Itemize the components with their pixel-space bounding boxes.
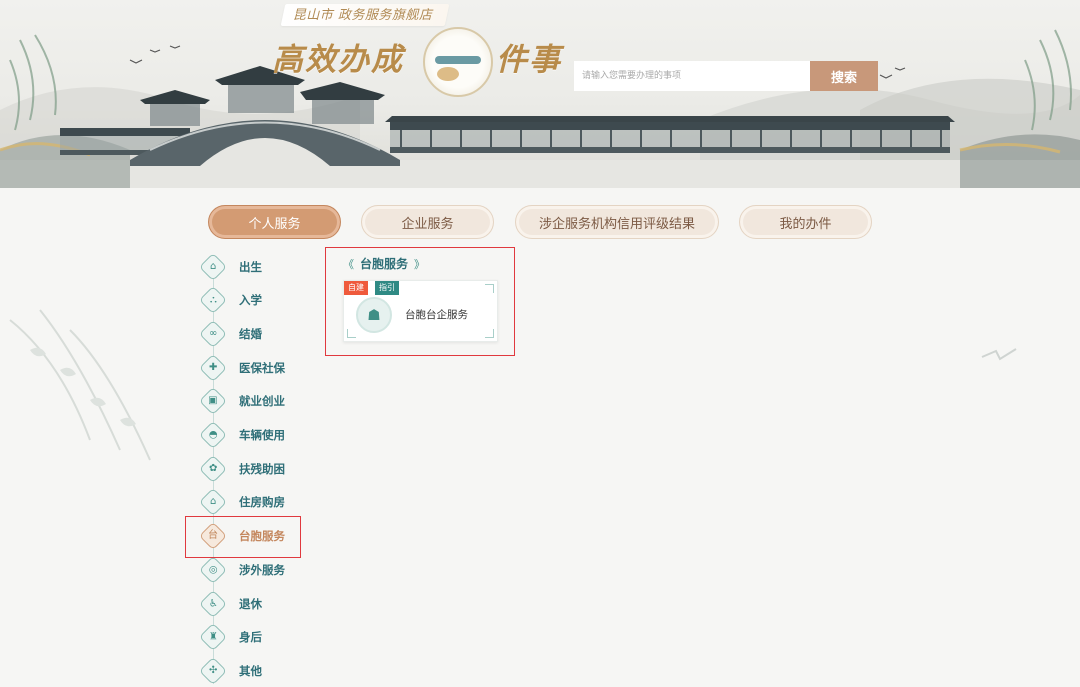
sidebar-item-label: 住房购房	[239, 495, 285, 509]
rings-icon: ∞	[198, 319, 228, 349]
yi-character-badge	[423, 27, 493, 97]
tab-personal-services[interactable]: 个人服务	[208, 205, 341, 239]
sidebar-item-employment[interactable]: ▣ 就业创业	[198, 386, 313, 416]
sidebar-item-marriage[interactable]: ∞ 结婚	[198, 319, 313, 349]
candle-icon: ♜	[198, 622, 228, 652]
sidebar-item-label: 退休	[239, 597, 262, 611]
school-icon: ⛬	[198, 285, 228, 315]
sidebar-item-retirement[interactable]: ♿ 退休	[198, 589, 313, 619]
sidebar-item-label: 扶残助困	[239, 462, 285, 476]
house-icon: ⌂	[198, 252, 228, 282]
willow-leaves-decoration	[9, 309, 151, 461]
wheelchair-icon: ♿	[198, 589, 228, 619]
sidebar-item-label: 医保社保	[239, 361, 285, 375]
globe-icon: ◎	[198, 555, 228, 585]
building-icon: ⌂	[198, 487, 228, 517]
shop-tag: 昆山市 政务服务旗舰店	[280, 4, 449, 26]
helping-hand-icon: ✿	[198, 454, 228, 484]
sidebar-item-posthumous[interactable]: ♜ 身后	[198, 622, 313, 652]
sidebar-item-vehicle[interactable]: ◓ 车辆使用	[198, 420, 313, 450]
bridge-landscape-illustration	[0, 29, 1080, 188]
category-sidebar: ⌂ 出生 ⛬ 入学 ∞ 结婚 ✚ 医保社保 ▣ 就业创业 ◓ 车辆使用 ✿ 扶残…	[195, 250, 315, 687]
search-button[interactable]: 搜索	[810, 61, 878, 91]
sidebar-item-label: 就业创业	[239, 394, 285, 408]
panel-highlight-box	[325, 247, 515, 356]
briefcase-icon: ▣	[198, 386, 228, 416]
tab-label: 个人服务	[248, 216, 301, 232]
car-icon: ◓	[198, 420, 228, 450]
sidebar-item-label: 身后	[239, 630, 262, 644]
sidebar-item-label: 其他	[239, 664, 262, 678]
tab-label: 企业服务	[401, 216, 454, 232]
sidebar-item-foreign-affairs[interactable]: ◎ 涉外服务	[198, 555, 313, 585]
search-bar: 搜索	[574, 61, 878, 91]
search-input[interactable]	[574, 61, 810, 91]
tab-label: 我的办件	[779, 216, 832, 232]
tab-my-applications[interactable]: 我的办件	[739, 205, 872, 239]
sidebar-item-other[interactable]: ✣ 其他	[198, 656, 313, 686]
sidebar-item-label: 入学	[239, 293, 262, 307]
shop-tag-text: 昆山市 政务服务旗舰店	[292, 8, 433, 23]
sidebar-item-medical-social-insurance[interactable]: ✚ 医保社保	[198, 353, 313, 383]
service-tabs: 个人服务 企业服务 涉企服务机构信用评级结果 我的办件	[0, 205, 1080, 239]
sidebar-item-school[interactable]: ⛬ 入学	[198, 285, 313, 315]
header-banner: 昆山市 政务服务旗舰店 高效办成 件事 搜索	[0, 0, 1080, 188]
sidebar-item-label: 结婚	[239, 327, 262, 341]
sidebar-highlight-box	[185, 516, 301, 558]
sidebar-item-label: 车辆使用	[239, 428, 285, 442]
tab-label: 涉企服务机构信用评级结果	[538, 216, 695, 232]
tab-credit-rating-results[interactable]: 涉企服务机构信用评级结果	[515, 205, 719, 239]
grid-icon: ✣	[198, 656, 228, 686]
sidebar-item-label: 涉外服务	[239, 563, 285, 577]
bird-decoration	[981, 348, 1017, 361]
shield-icon: ✚	[198, 353, 228, 383]
tab-enterprise-services[interactable]: 企业服务	[361, 205, 494, 239]
sidebar-item-housing[interactable]: ⌂ 住房购房	[198, 487, 313, 517]
headline-left: 高效办成	[272, 42, 404, 78]
sidebar-item-birth[interactable]: ⌂ 出生	[198, 252, 313, 282]
sidebar-item-label: 出生	[239, 260, 262, 274]
sidebar-item-disability-aid[interactable]: ✿ 扶残助困	[198, 454, 313, 484]
headline-right: 件事	[496, 42, 562, 78]
